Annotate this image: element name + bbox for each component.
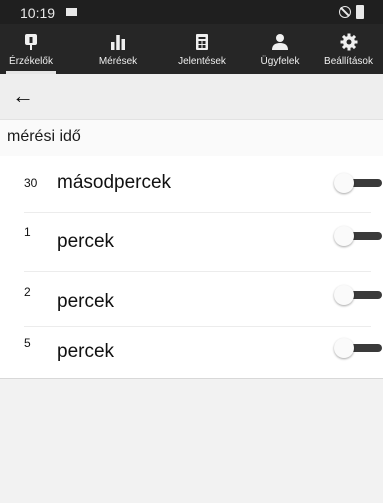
- tab-label: Ügyfelek: [260, 56, 300, 67]
- list-item[interactable]: 5 percek: [0, 326, 383, 380]
- sensor-icon: [25, 34, 37, 50]
- list-item[interactable]: 30 másodpercek: [0, 156, 383, 210]
- tab-clients[interactable]: Ügyfelek: [248, 24, 312, 74]
- toggle-switch[interactable]: [334, 226, 382, 246]
- switch-thumb: [334, 338, 354, 358]
- section-title: mérési idő: [0, 120, 383, 156]
- option-unit: percek: [57, 231, 115, 252]
- back-arrow-icon[interactable]: ←: [12, 85, 34, 107]
- do-not-disturb-icon: [339, 6, 351, 18]
- tab-label: Érzékelők: [9, 56, 53, 67]
- list-item[interactable]: 1 percek: [0, 212, 383, 266]
- gear-icon: [340, 33, 357, 51]
- option-number: 30: [24, 176, 38, 190]
- empty-area: [0, 380, 383, 503]
- tab-label: Mérések: [98, 56, 138, 67]
- measurement-interval-list: 30 másodpercek 1 percek 2 percek 5 perce…: [0, 156, 383, 379]
- status-time: 10:19: [20, 5, 56, 21]
- status-bar: 10:19: [0, 0, 383, 24]
- toggle-switch[interactable]: [334, 173, 382, 193]
- option-number: 2: [24, 285, 31, 299]
- toggle-switch[interactable]: [334, 285, 382, 305]
- tab-measurements[interactable]: Mérések: [85, 24, 151, 74]
- tab-reports[interactable]: Jelentések: [165, 24, 239, 74]
- clients-icon: [272, 34, 288, 50]
- tab-label: Jelentések: [178, 56, 226, 67]
- toggle-switch[interactable]: [334, 338, 382, 358]
- switch-thumb: [334, 285, 354, 305]
- list-item[interactable]: 2 percek: [0, 271, 383, 325]
- image-icon: [66, 8, 77, 16]
- option-number: 1: [24, 225, 31, 239]
- switch-thumb: [334, 226, 354, 246]
- option-unit: percek: [57, 341, 115, 362]
- report-icon: [196, 34, 208, 50]
- tab-sensors[interactable]: Érzékelők: [0, 24, 62, 74]
- back-bar: ←: [0, 74, 383, 120]
- bar-chart-icon: [111, 35, 125, 50]
- tab-label: Beállítások: [324, 56, 373, 67]
- main-navigation: Érzékelők Mérések Jelentések Ügyfelek Be…: [0, 24, 383, 74]
- tab-settings[interactable]: Beállítások: [314, 24, 383, 74]
- switch-thumb: [334, 173, 354, 193]
- option-unit: percek: [57, 291, 115, 312]
- option-unit: másodpercek: [57, 172, 172, 193]
- battery-icon: [356, 5, 364, 19]
- option-number: 5: [24, 336, 31, 350]
